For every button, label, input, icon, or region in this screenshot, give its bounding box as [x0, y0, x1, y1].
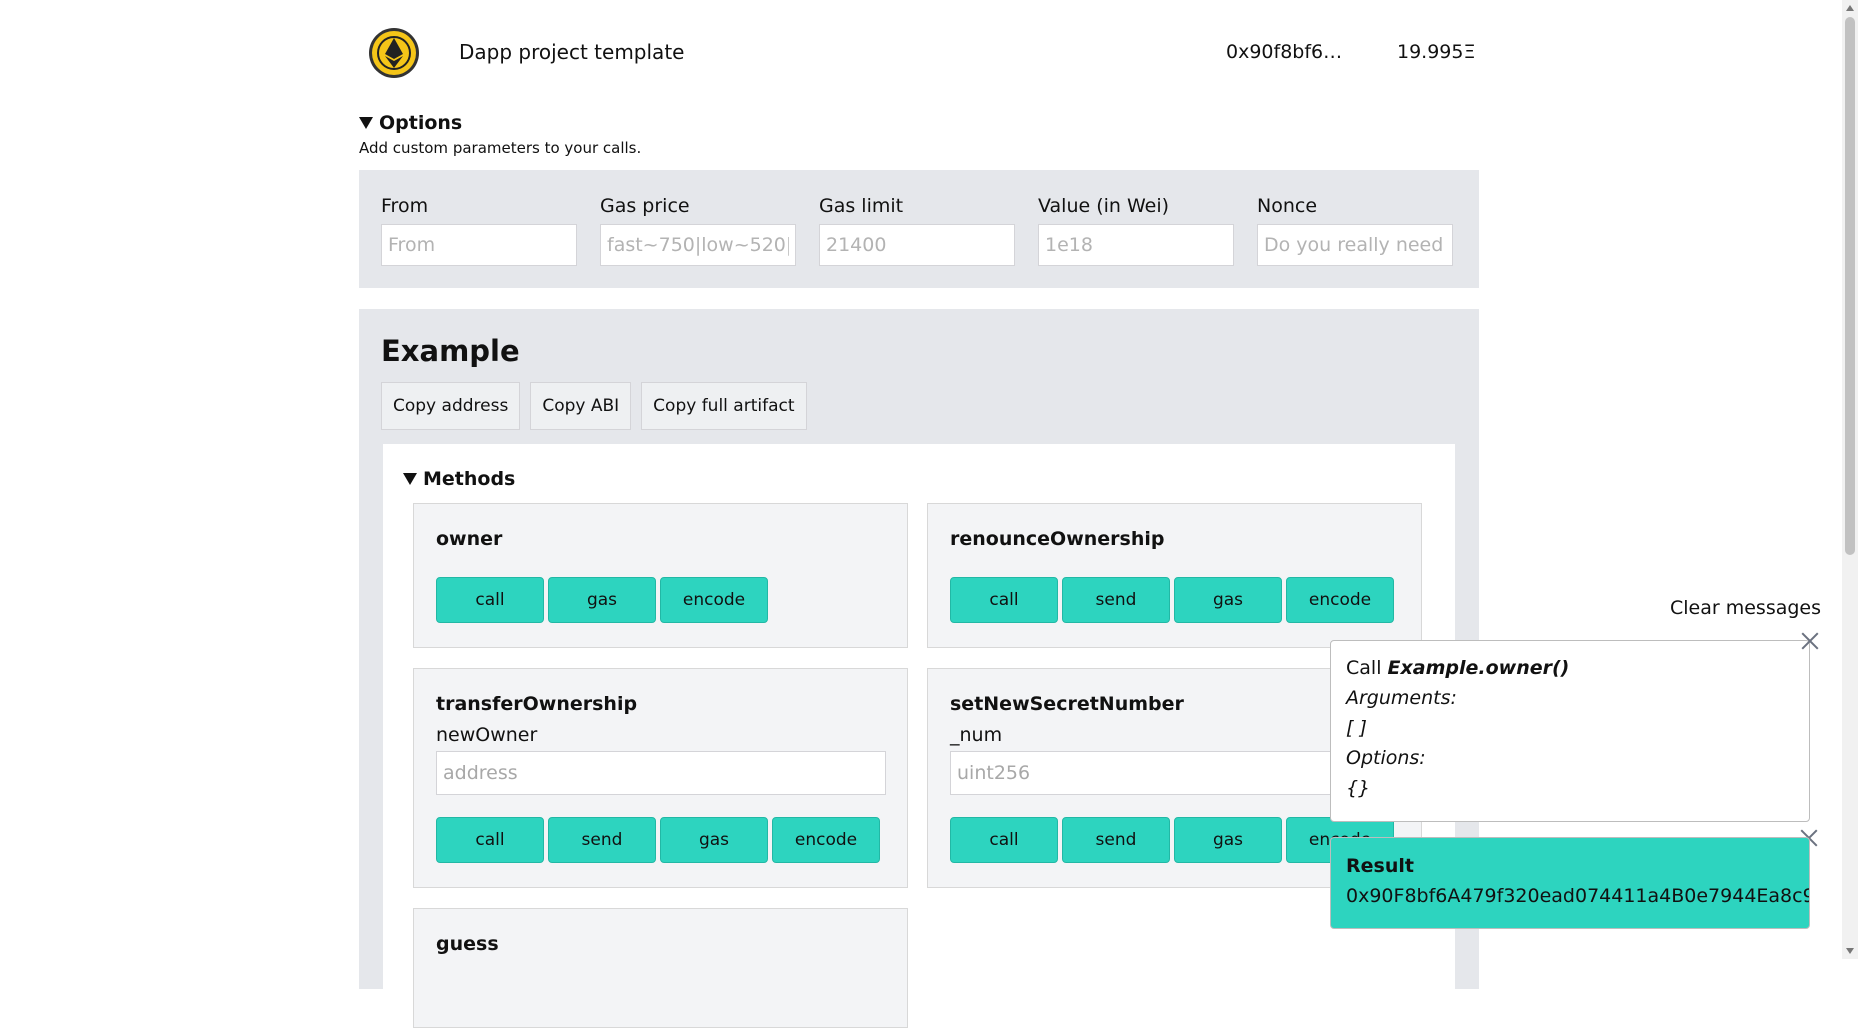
methods-summary-label: Methods [423, 468, 516, 490]
send-button[interactable]: send [1062, 817, 1170, 863]
ethereum-coin-icon [368, 27, 420, 79]
encode-button[interactable]: encode [772, 817, 880, 863]
scroll-thumb[interactable] [1845, 17, 1855, 555]
scroll-up-arrow-icon[interactable] [1846, 5, 1854, 11]
options-label: Options: [1346, 747, 1426, 769]
gas-price-input[interactable] [600, 224, 796, 266]
method-name: transferOwnership [436, 693, 638, 715]
option-label: Nonce [1257, 195, 1318, 217]
method-card-owner: owner call gas encode [413, 503, 908, 648]
encode-button[interactable]: encode [1286, 577, 1394, 623]
options-toggle[interactable]: Options [359, 112, 462, 134]
options-summary-label: Options [379, 112, 463, 134]
method-card-transfer-ownership: transferOwnership newOwner call send gas… [413, 668, 908, 888]
nonce-input[interactable] [1257, 224, 1453, 266]
contract-title: Example [381, 334, 520, 368]
option-nonce: Nonce [1257, 195, 1455, 266]
options-description: Add custom parameters to your calls. [359, 139, 642, 157]
gas-limit-input[interactable] [819, 224, 1015, 266]
encode-button[interactable]: encode [660, 577, 768, 623]
option-label: Gas limit [819, 195, 904, 217]
method-buttons: call send gas encode [950, 817, 1394, 863]
result-message: Result 0x90F8bf6A479f320ead074411a4B0e79… [1330, 837, 1810, 929]
gas-button[interactable]: gas [548, 577, 656, 623]
option-label: From [381, 195, 429, 217]
gas-button[interactable]: gas [660, 817, 768, 863]
gas-button[interactable]: gas [1174, 817, 1282, 863]
call-message: Call Example.owner() Arguments: [ ] Opti… [1330, 640, 1810, 822]
param-label: _num [950, 724, 1003, 746]
account-balance: 19.995Ξ [1397, 41, 1476, 63]
options-panel: From Gas price Gas limit Value (in Wei) … [359, 170, 1479, 288]
option-from: From [381, 195, 579, 266]
call-line: Call Example.owner() [1346, 657, 1569, 679]
methods-panel: Methods owner call gas encode renounceOw… [383, 444, 1455, 1028]
app-title: Dapp project template [459, 40, 685, 64]
scroll-down-arrow-icon[interactable] [1846, 948, 1854, 954]
call-prefix: Call [1346, 657, 1388, 679]
option-gas-price: Gas price [600, 195, 798, 266]
call-method: Example.owner() [1387, 657, 1570, 679]
methods-toggle[interactable]: Methods [403, 468, 515, 490]
copy-address-button[interactable]: Copy address [381, 382, 521, 430]
method-card-renounce-ownership: renounceOwnership call send gas encode [927, 503, 1422, 648]
call-button[interactable]: call [436, 577, 544, 623]
call-button[interactable]: call [950, 577, 1058, 623]
method-buttons: call send gas encode [950, 577, 1394, 623]
option-label: Value (in Wei) [1038, 195, 1170, 217]
account-address[interactable]: 0x90f8bf6… [1226, 41, 1342, 63]
options-value: {} [1346, 777, 1371, 799]
vertical-scrollbar[interactable] [1842, 0, 1858, 959]
clear-messages-button[interactable]: Clear messages [1670, 597, 1821, 619]
result-title: Result [1346, 855, 1414, 877]
method-name: renounceOwnership [950, 528, 1165, 550]
from-input[interactable] [381, 224, 577, 266]
send-button[interactable]: send [1062, 577, 1170, 623]
arguments-label: Arguments: [1346, 687, 1457, 709]
method-name: owner [436, 528, 503, 550]
close-icon[interactable] [1799, 630, 1821, 652]
option-value: Value (in Wei) [1038, 195, 1236, 266]
call-button[interactable]: call [436, 817, 544, 863]
value-input[interactable] [1038, 224, 1234, 266]
new-owner-input[interactable] [436, 751, 886, 795]
copy-abi-button[interactable]: Copy ABI [530, 382, 632, 430]
copy-buttons: Copy address Copy ABI Copy full artifact [381, 382, 807, 430]
gas-button[interactable]: gas [1174, 577, 1282, 623]
triangle-down-icon [359, 117, 373, 129]
call-button[interactable]: call [950, 817, 1058, 863]
header: Dapp project template 0x90f8bf6… 19.995Ξ [359, 0, 1479, 110]
param-label: newOwner [436, 724, 538, 746]
contract-panel: Example Copy address Copy ABI Copy full … [359, 309, 1479, 1028]
send-button[interactable]: send [548, 817, 656, 863]
method-name: setNewSecretNumber [950, 693, 1184, 715]
method-buttons: call send gas encode [436, 817, 880, 863]
result-value: 0x90F8bf6A479f320ead074411a4B0e7944Ea8c9… [1346, 885, 1810, 907]
copy-full-artifact-button[interactable]: Copy full artifact [641, 382, 807, 430]
arguments-value: [ ] [1346, 717, 1367, 739]
method-card-guess: guess [413, 908, 908, 1028]
method-buttons: call gas encode [436, 577, 768, 623]
method-name: guess [436, 933, 499, 955]
triangle-down-icon [403, 473, 417, 485]
option-gas-limit: Gas limit [819, 195, 1017, 266]
option-label: Gas price [600, 195, 690, 217]
